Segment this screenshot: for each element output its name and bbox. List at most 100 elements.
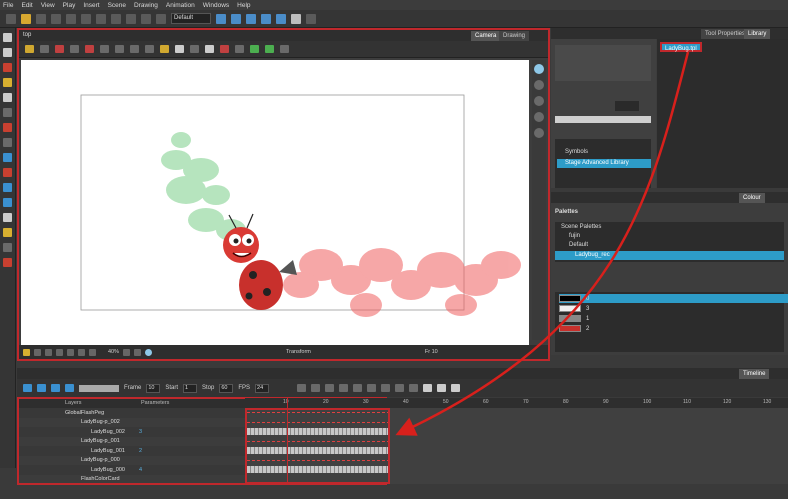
render-mode-icon[interactable]: [145, 348, 153, 356]
flip-horizontal-icon[interactable]: [205, 45, 214, 53]
frame-icon[interactable]: [45, 348, 52, 356]
save-icon[interactable]: [36, 13, 46, 24]
open-folder-icon[interactable]: [21, 13, 31, 24]
delete-icon[interactable]: [156, 13, 166, 24]
menu-view[interactable]: View: [41, 2, 55, 9]
menu-windows[interactable]: Windows: [203, 2, 229, 9]
brush-tool-icon[interactable]: [3, 63, 12, 72]
undo-icon[interactable]: [81, 13, 91, 24]
motion-path-icon[interactable]: [367, 384, 377, 392]
tab-camera[interactable]: Camera: [471, 31, 501, 41]
hand-tool-icon[interactable]: [3, 213, 12, 222]
swatch-row[interactable]: 3: [559, 304, 788, 313]
menu-file[interactable]: File: [3, 2, 13, 9]
tree-stage-library[interactable]: Stage Advanced Library: [557, 159, 651, 168]
palettes-section-label[interactable]: Palettes: [555, 209, 578, 215]
rotate-icon[interactable]: [231, 13, 241, 24]
ease-icon[interactable]: [381, 384, 391, 392]
line-tool-icon[interactable]: [3, 153, 12, 162]
frame-ruler[interactable]: 10 20 30 40 50 60 70 80 90 100 110 120 1…: [245, 398, 788, 408]
distribute-icon[interactable]: [175, 45, 184, 53]
transform-icon[interactable]: [216, 13, 226, 24]
contour-editor-icon[interactable]: [3, 48, 12, 57]
menu-drawing[interactable]: Drawing: [134, 2, 158, 9]
start-field[interactable]: 1: [183, 383, 198, 393]
text-tool-icon[interactable]: [3, 93, 12, 102]
animate-mode-icon[interactable]: [55, 45, 64, 53]
library-template-item[interactable]: LadyBug.tpl: [660, 42, 702, 52]
playback-speed-slider[interactable]: [79, 384, 119, 392]
menu-animation[interactable]: Animation: [166, 2, 195, 9]
tab-drawing[interactable]: Drawing: [499, 31, 530, 41]
zoom-out-icon[interactable]: [78, 348, 85, 356]
pencil-tool-icon[interactable]: [3, 78, 12, 87]
save-as-icon[interactable]: [51, 13, 61, 24]
paint-tool-icon[interactable]: [3, 123, 12, 132]
grid-icon[interactable]: [100, 45, 109, 53]
onion-skin-icon[interactable]: [306, 13, 316, 24]
record-icon[interactable]: [85, 45, 94, 53]
delete-layer-icon[interactable]: [280, 45, 289, 53]
extend-exposure-icon[interactable]: [437, 384, 447, 392]
copy-icon[interactable]: [126, 13, 136, 24]
enable-playback-icon[interactable]: [70, 45, 79, 53]
play-icon[interactable]: [23, 384, 32, 392]
color-card-icon[interactable]: [423, 384, 433, 392]
layers-icon[interactable]: [534, 112, 544, 122]
scroll-slider[interactable]: [555, 116, 651, 123]
tab-colour[interactable]: Colour: [739, 193, 765, 203]
swatch-row[interactable]: 1: [559, 314, 788, 323]
new-scene-icon[interactable]: [6, 13, 16, 24]
ink-tool-icon[interactable]: [3, 183, 12, 192]
stroke-tool-icon[interactable]: [3, 198, 12, 207]
menu-help[interactable]: Help: [237, 2, 250, 9]
view-mode-icon[interactable]: [534, 64, 544, 74]
tab-library[interactable]: Library: [744, 29, 771, 39]
light-table-icon[interactable]: [534, 80, 544, 90]
palette-item[interactable]: Default: [569, 242, 588, 248]
scale-icon[interactable]: [246, 13, 256, 24]
paste-icon[interactable]: [141, 13, 151, 24]
rotate-view-icon[interactable]: [123, 348, 131, 356]
redo-icon[interactable]: [96, 13, 106, 24]
blank-cell-icon[interactable]: [451, 384, 461, 392]
morph-tool-icon[interactable]: [3, 228, 12, 237]
select-tool-icon[interactable]: [3, 33, 12, 42]
tree-symbols[interactable]: Symbols: [565, 149, 588, 155]
reduce-onion-icon[interactable]: [311, 384, 321, 392]
tab-timeline[interactable]: Timeline: [739, 369, 770, 379]
eraser-tool-icon[interactable]: [3, 108, 12, 117]
cut-icon[interactable]: [111, 13, 121, 24]
playhead[interactable]: [287, 398, 288, 484]
first-frame-icon[interactable]: [37, 384, 46, 392]
palette-item[interactable]: fujin: [569, 233, 580, 239]
align-left-icon[interactable]: [115, 45, 124, 53]
3d-view-icon[interactable]: [534, 96, 544, 106]
zoom-in-icon[interactable]: [89, 348, 96, 356]
camera-breadcrumb[interactable]: top: [23, 32, 31, 38]
scene-canvas[interactable]: [21, 60, 529, 345]
menu-play[interactable]: Play: [63, 2, 76, 9]
flip-keyframe-icon[interactable]: [395, 384, 405, 392]
workspace-select[interactable]: Default: [171, 13, 211, 24]
timeline-frames[interactable]: 10 20 30 40 50 60 70 80 90 100 110 120 1…: [245, 398, 788, 484]
sound-icon[interactable]: [65, 384, 74, 392]
layer-up-icon[interactable]: [235, 45, 244, 53]
preview-field[interactable]: [615, 101, 639, 111]
swatch-row[interactable]: 2: [559, 324, 788, 333]
reset-view-icon[interactable]: [25, 45, 34, 53]
spline-tool-icon[interactable]: [3, 258, 12, 267]
zoom-level[interactable]: 40%: [108, 349, 119, 355]
camera-mask-icon[interactable]: [67, 348, 74, 356]
bulb-icon[interactable]: [23, 348, 30, 356]
transform-tool-icon[interactable]: [3, 243, 12, 252]
palette-item-selected[interactable]: Ladybug_rec: [555, 251, 784, 260]
add-peg-icon[interactable]: [250, 45, 259, 53]
tab-tool-properties[interactable]: Tool Properties: [701, 29, 750, 39]
arrange-icon[interactable]: [190, 45, 199, 53]
loop-icon[interactable]: [51, 384, 60, 392]
skew-icon[interactable]: [261, 13, 271, 24]
stop-motion-icon[interactable]: [409, 384, 419, 392]
align-right-icon[interactable]: [145, 45, 154, 53]
menu-edit[interactable]: Edit: [21, 2, 32, 9]
